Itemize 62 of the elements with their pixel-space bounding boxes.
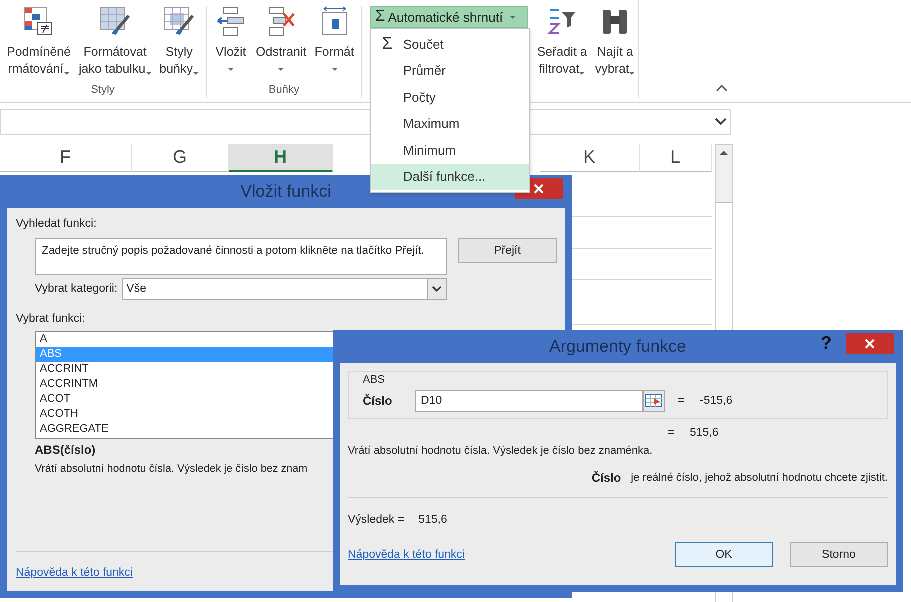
dialog-button[interactable]: OK [675, 542, 773, 567]
dialog-title: Vložit funkci [240, 182, 332, 202]
menu-item[interactable]: Průměr [371, 58, 530, 84]
function-description: Vrátí absolutní hodnotu čísla. Výsledek je číslo bez znaménka. [348, 445, 654, 457]
close-icon [864, 338, 876, 350]
range-select-icon [645, 394, 663, 408]
table-icon [162, 6, 196, 38]
argument-label: Číslo [363, 394, 394, 408]
autosum-button[interactable]: Σ Automatické shrnutí [370, 6, 528, 28]
menu-item[interactable]: Další funkce... [371, 164, 530, 190]
argument-description: je reálné číslo, jehož absolutní hodnotu chcete zjistit. [631, 472, 888, 484]
field-label: Vyhledat funkci: [16, 218, 98, 230]
menu-item[interactable]: Počty [371, 84, 530, 110]
menu-item[interactable]: Σ Součet [371, 31, 530, 58]
table-icon [98, 6, 132, 38]
caret-icon [579, 72, 586, 74]
menu-item[interactable]: Minimum [371, 137, 530, 164]
search-field[interactable]: Zadejte stručný popis požadované činnosti a potom klikněte na tlačítko Přejít. [35, 238, 448, 275]
menu-item[interactable]: Maximum [371, 110, 530, 137]
close-icon [533, 182, 545, 194]
caret-icon [278, 68, 284, 71]
ribbon-button[interactable]: Podmíněné rmátování [4, 6, 74, 84]
category-dropdown[interactable]: Vše [122, 278, 447, 300]
ribbon-button[interactable]: Odstranit [253, 6, 310, 84]
argument-field[interactable]: D10 [415, 390, 643, 412]
help-link[interactable]: Nápověda k této funkci [348, 548, 465, 560]
ribbon-button[interactable]: Formátovat jako tabulku [76, 6, 155, 84]
help-button[interactable]: ? [815, 332, 838, 355]
ribbon-button[interactable]: Formát [312, 6, 358, 84]
caret-icon [193, 72, 200, 74]
caret-icon [146, 72, 152, 74]
argument-result: -515,6 [700, 395, 733, 407]
scroll-up-icon[interactable] [719, 150, 729, 156]
field-label: Vybrat funkci: [16, 313, 86, 325]
group-label: Styly [91, 84, 115, 98]
ribbon-button[interactable]: Najít a vybrat [592, 6, 638, 78]
dialog-button[interactable]: Storno [790, 542, 888, 567]
caret-icon [64, 72, 70, 74]
column-header[interactable]: H [229, 144, 333, 172]
result-label: Výsledek = [348, 514, 405, 526]
collapse-ribbon-icon[interactable] [716, 84, 728, 92]
function-description: Vrátí absolutní hodnotu čísla. Výsledek je číslo bez znam [35, 463, 308, 475]
formula-result: 515,6 [690, 427, 719, 439]
ribbon-button[interactable]: Styly buňky [156, 6, 202, 84]
ribbon-button[interactable]: Vložit [211, 6, 252, 84]
group-label: Buňky [268, 84, 300, 98]
result-value: 515,6 [418, 514, 448, 526]
expand-chevron-icon[interactable] [715, 118, 727, 126]
caret-icon [332, 68, 338, 71]
group-label: ABS [363, 374, 386, 386]
ribbon-button[interactable]: Seřadit a filtrovat [534, 6, 590, 78]
equals-sign: = [668, 427, 676, 439]
close-button[interactable] [846, 333, 894, 354]
equals-sign: = [678, 395, 686, 407]
go-button[interactable]: Přejít [458, 238, 557, 263]
caret-icon [510, 16, 516, 18]
collapse-dialog-button[interactable] [643, 390, 665, 412]
function-syntax: ABS(číslo) [35, 443, 96, 457]
argument-label: Číslo [592, 471, 622, 485]
caret-icon [629, 72, 636, 74]
field-label: Vybrat kategorii: [35, 283, 118, 295]
caret-icon [228, 68, 234, 71]
